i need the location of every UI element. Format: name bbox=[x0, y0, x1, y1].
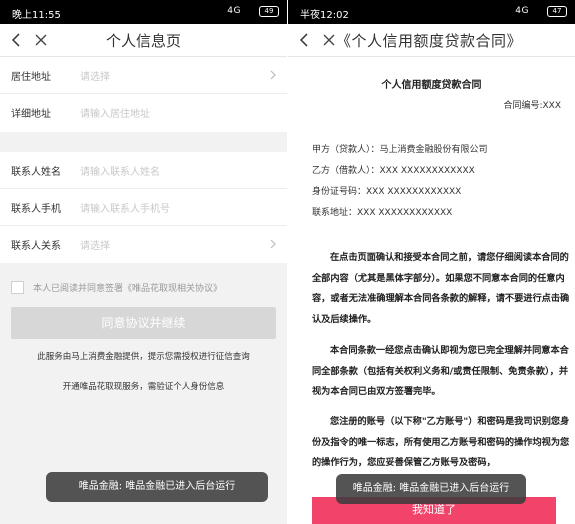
detail-address-row[interactable]: 详细地址 请输入居住地址 bbox=[0, 94, 287, 132]
contact-group: 联系人姓名 请输入联系人姓名 联系人手机 请输入联系人手机号 联系人关系 请选择 bbox=[0, 152, 287, 263]
row-label: 详细地址 bbox=[11, 109, 51, 120]
battery-icon: 47 bbox=[547, 6, 567, 17]
residence-address-row[interactable]: 居住地址 请选择 bbox=[0, 57, 287, 94]
back-icon[interactable] bbox=[294, 28, 316, 52]
status-time: 半夜12:02 bbox=[300, 10, 349, 21]
status-time: 晚上11:55 bbox=[12, 10, 61, 21]
contact-relation-select[interactable]: 请选择 bbox=[80, 237, 110, 252]
detail-address-input[interactable]: 请输入居住地址 bbox=[80, 105, 150, 120]
battery-icon: 49 bbox=[259, 6, 279, 17]
row-label: 联系人手机 bbox=[11, 204, 61, 215]
party-line: 甲方（贷款人）：马上消费金融股份有限公司 bbox=[312, 145, 488, 155]
contract-paragraph: 您注册的账号（以下称"乙方账号"）和密码是我司识别您身份及指令的唯一标志，所有使… bbox=[312, 416, 570, 468]
agreement-checkbox[interactable] bbox=[11, 281, 24, 294]
page-title: 《个人信用额度贷款合同》 bbox=[336, 32, 523, 50]
toast-message: 唯品金融: 唯品金融已进入后台运行 bbox=[336, 474, 526, 504]
party-line: 乙方（借款人）：XXX XXXXXXXXXXXX bbox=[312, 166, 475, 176]
chevron-right-icon bbox=[270, 239, 276, 249]
identity-note: 开通唯品花取现服务，需验证个人身份信息 bbox=[62, 382, 225, 392]
party-line: 联系地址：XXX XXXXXXXXXXXX bbox=[312, 208, 453, 218]
row-label: 居住地址 bbox=[11, 72, 51, 83]
nav-bar: 《个人信用额度贷款合同》 bbox=[288, 24, 575, 57]
agree-continue-button[interactable]: 同意协议并继续 bbox=[11, 307, 276, 339]
contact-name-row[interactable]: 联系人姓名 请输入联系人姓名 bbox=[0, 152, 287, 189]
party-line: 身份证号码：XXX XXXXXXXXXXXX bbox=[312, 187, 462, 197]
left-screen: 晚上11:55 4G 49 个人信息页 居住地址 请选择 详细地址 请输入居住地… bbox=[0, 0, 287, 524]
agreement-text[interactable]: 本人已阅读并同意签署《唯品花取现相关协议》 bbox=[33, 281, 222, 294]
page-title: 个人信息页 bbox=[105, 32, 181, 50]
signal-indicator: 4G bbox=[227, 6, 241, 16]
agreement-row: 本人已阅读并同意签署《唯品花取现相关协议》 bbox=[11, 279, 281, 295]
contract-paragraph: 本合同条款一经您点击确认即视为您已完全理解并同意本合同全部条款（包括有关权利义务… bbox=[312, 345, 569, 397]
contact-name-input[interactable]: 请输入联系人姓名 bbox=[80, 163, 160, 178]
service-note: 此服务由马上消费金融提供，提示您需授权进行征信查询 bbox=[37, 352, 250, 362]
row-label: 联系人关系 bbox=[11, 241, 61, 252]
address-group: 居住地址 请选择 详细地址 请输入居住地址 bbox=[0, 57, 287, 132]
right-screen: 半夜12:02 4G 47 《个人信用额度贷款合同》 个人信用额度贷款合同 合同… bbox=[288, 0, 575, 524]
contract-paragraph: 在点击页面确认和接受本合同之前，请您仔细阅读本合同的全部内容（尤其是黑体字部分）… bbox=[312, 252, 570, 325]
row-label: 联系人姓名 bbox=[11, 167, 61, 178]
status-bar: 晚上11:55 4G 49 bbox=[0, 0, 287, 24]
contract-number: 合同编号:XXX bbox=[503, 101, 561, 111]
status-bar: 半夜12:02 4G 47 bbox=[288, 0, 575, 24]
contact-relation-row[interactable]: 联系人关系 请选择 bbox=[0, 226, 287, 263]
signal-indicator: 4G bbox=[515, 6, 529, 16]
contact-phone-row[interactable]: 联系人手机 请输入联系人手机号 bbox=[0, 189, 287, 226]
toast-message: 唯品金融: 唯品金融已进入后台运行 bbox=[46, 472, 268, 502]
nav-bar: 个人信息页 bbox=[0, 24, 287, 57]
contact-phone-input[interactable]: 请输入联系人手机号 bbox=[80, 200, 170, 215]
chevron-right-icon bbox=[270, 70, 276, 80]
document-title: 个人信用额度贷款合同 bbox=[381, 80, 482, 91]
residence-address-select[interactable]: 请选择 bbox=[80, 68, 110, 83]
